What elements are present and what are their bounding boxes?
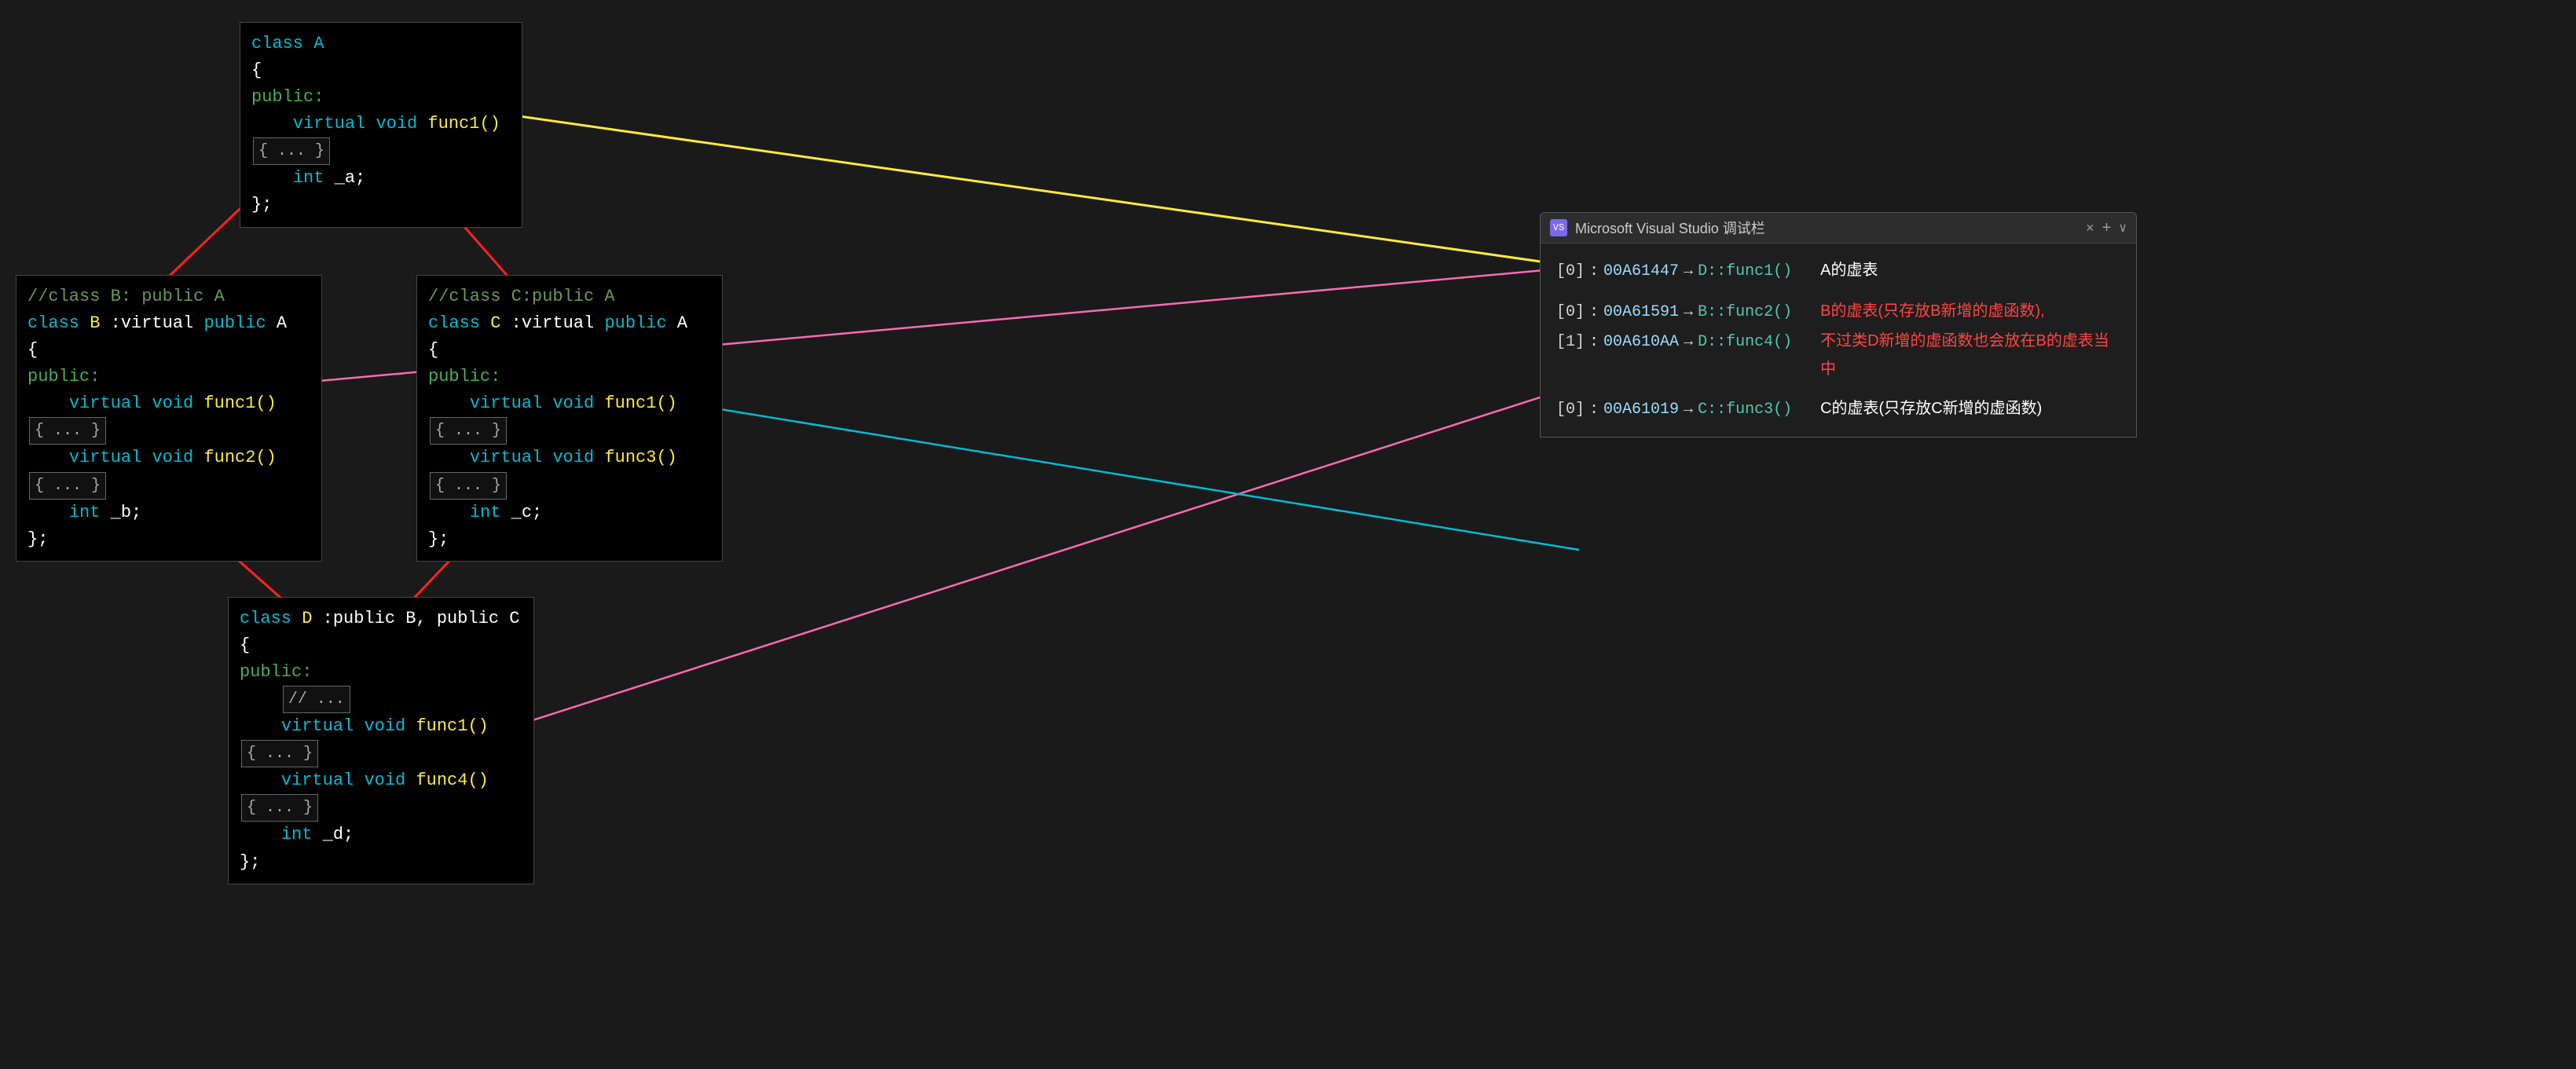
vs-row-c-0: [0] : 00A61019 → C::func3() C的虚表(只存放C新增的…	[1556, 394, 2120, 424]
class-a-box: class A { public: virtual void func1(){ …	[240, 22, 522, 228]
vs-row-b-0: [0] : 00A61591 → B::func2() B的虚表(只存放B新增的…	[1556, 297, 2120, 327]
vs-titlebar: VS Microsoft Visual Studio 调试栏 × + ∨	[1541, 213, 2136, 243]
vs-chevron-icon[interactable]: ∨	[2119, 220, 2127, 236]
vs-close-button[interactable]: ×	[2086, 220, 2094, 236]
vs-content: [0] : 00A61447 → D::func1() A的虚表 [0] : 0…	[1541, 243, 2136, 437]
class-c-box: //class C:public A class C :virtual publ…	[416, 275, 723, 562]
class-b-box: //class B: public A class B :virtual pub…	[16, 275, 322, 562]
class-a-title: class A	[251, 34, 324, 53]
vs-plus-button[interactable]: +	[2102, 219, 2112, 237]
vs-row-b-1: [1] : 00A610AA → D::func4() 不过类D新增的虚函数也会…	[1556, 327, 2120, 383]
vs-debug-window: VS Microsoft Visual Studio 调试栏 × + ∨ [0]…	[1540, 212, 2137, 437]
vs-window-title: Microsoft Visual Studio 调试栏	[1575, 218, 2078, 238]
class-d-box: class D :public B, public C { public: //…	[228, 597, 534, 884]
vs-icon: VS	[1550, 219, 1567, 236]
vs-row-0: [0] : 00A61447 → D::func1() A的虚表	[1556, 256, 2120, 286]
